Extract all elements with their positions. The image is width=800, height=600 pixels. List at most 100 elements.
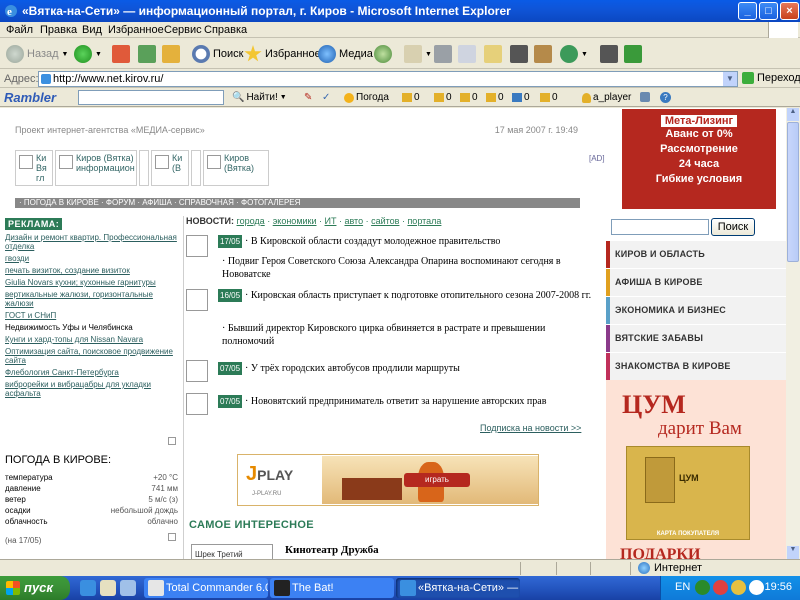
green-plugin-button[interactable] <box>624 43 642 65</box>
favorites-button[interactable]: Избранное <box>244 43 321 65</box>
address-dropdown-button[interactable]: ▼ <box>723 72 737 86</box>
volume-icon[interactable] <box>749 580 764 595</box>
tools-button[interactable] <box>534 43 552 65</box>
maximize-button[interactable]: □ <box>759 2 778 20</box>
counter-mail[interactable]: 0 <box>402 92 420 103</box>
ad-link[interactable]: Giulia Novars кухни; кухонные гарнитуры <box>5 278 178 287</box>
vertical-scrollbar[interactable]: ▲ ▼ <box>786 108 800 559</box>
go-button[interactable]: Переход <box>742 72 800 84</box>
news-filter-economy[interactable]: экономики <box>273 216 317 226</box>
history-button[interactable] <box>374 43 392 65</box>
logo-tab-4[interactable]: Киров (Вятка) <box>203 150 269 186</box>
ad-marker-link[interactable]: [AD] <box>589 154 605 163</box>
site-nav-line[interactable]: · ПОГОДА В КИРОВЕ · ФОРУМ · АФИША · СПРА… <box>15 198 580 208</box>
highlight-button[interactable]: ✓ <box>322 92 330 103</box>
jplay-banner[interactable]: JPLAY J-PLAY.RU играть <box>237 454 539 506</box>
scroll-thumb[interactable] <box>787 122 799 262</box>
news-title[interactable]: · У трёх городских автобусов продлили ма… <box>245 363 460 374</box>
tsum-banner[interactable]: ЦУМ дарит Вам ЦУМ КАРТА ПОКУПАТЕЛЯ ПОДАР… <box>606 380 786 559</box>
desktop-quick-icon[interactable] <box>120 580 136 596</box>
ads-checkbox[interactable] <box>168 437 176 445</box>
mail-button[interactable]: ▼ <box>404 43 432 65</box>
news-title[interactable]: · Кировская область приступает к подгото… <box>245 290 591 301</box>
close-button[interactable]: × <box>780 2 799 20</box>
edit-button[interactable] <box>458 43 476 65</box>
cinema-title[interactable]: Кинотеатр Дружба <box>285 544 379 556</box>
subscribe-link[interactable]: Подписка на новости >> <box>480 423 581 433</box>
news-filter-portal[interactable]: портала <box>407 216 441 226</box>
media-quick-icon[interactable] <box>100 580 116 596</box>
ad-link[interactable]: Оптимизация сайта, поисковое продвижение… <box>5 347 178 365</box>
task-browser-active[interactable]: «Вятка-на-Сети» — ... <box>396 578 520 598</box>
ad-link[interactable]: вертикальные жалюзи, горизонтальные жалю… <box>5 290 178 308</box>
rambler-find-button[interactable]: 🔍 Найти! ▼ <box>232 92 287 103</box>
logo-tab-3[interactable]: Ки (В <box>151 150 189 186</box>
logo-tab-1[interactable]: Ки Вя гл <box>15 150 53 186</box>
tray-icon[interactable] <box>695 580 710 595</box>
minimize-button[interactable]: _ <box>738 2 757 20</box>
print-button[interactable] <box>434 43 452 65</box>
ie-quick-icon[interactable] <box>80 580 96 596</box>
counter-2[interactable]: 0 <box>434 92 452 103</box>
menu-help[interactable]: Справка <box>204 24 247 36</box>
menu-entertainment[interactable]: ВЯТСКИЕ ЗАБАВЫ <box>606 325 786 352</box>
task-the-bat[interactable]: The Bat! <box>270 578 394 598</box>
counter-6[interactable]: 0 <box>540 92 558 103</box>
stop-button[interactable] <box>112 43 130 65</box>
counter-4[interactable]: 0 <box>486 92 504 103</box>
player-button[interactable]: a_player <box>582 92 631 103</box>
news-subtitle[interactable]: · Бывший директор Кировского цирка обвин… <box>222 322 594 348</box>
ad-link[interactable]: гвозди <box>5 254 178 263</box>
ad-link[interactable]: Дизайн и ремонт квартир. Профессиональна… <box>5 233 178 251</box>
news-title[interactable]: · В Кировской области создадут молодежно… <box>245 236 500 247</box>
settings-button[interactable] <box>640 92 650 102</box>
ad-link[interactable]: Кунги и хард-топы для Nissan Navara <box>5 335 178 344</box>
start-button[interactable]: пуск <box>0 576 70 600</box>
scroll-down-button[interactable]: ▼ <box>787 546 799 559</box>
messenger-button[interactable]: ▼ <box>560 43 588 65</box>
plugin-button[interactable] <box>600 43 618 65</box>
rambler-search-input[interactable] <box>78 90 224 105</box>
tray-icon[interactable] <box>713 580 728 595</box>
clock[interactable]: 19:56 <box>764 581 792 593</box>
refresh-button[interactable] <box>138 43 156 65</box>
news-filter-auto[interactable]: авто <box>344 216 363 226</box>
ad-link[interactable]: виброрейки и вибрацабры для укладки асфа… <box>5 380 178 398</box>
ad-text[interactable]: Недвижимость Уфы и Челябинска <box>5 323 178 332</box>
language-indicator[interactable]: EN <box>675 581 690 593</box>
back-button[interactable]: Назад ▼ <box>6 43 68 65</box>
scroll-up-button[interactable]: ▲ <box>787 108 799 121</box>
play-button[interactable]: играть <box>404 473 470 487</box>
site-search-button[interactable]: Поиск <box>711 218 755 236</box>
menu-view[interactable]: Вид <box>82 24 102 36</box>
news-filter-sites[interactable]: сайтов <box>371 216 399 226</box>
news-subtitle[interactable]: · Подвиг Героя Советского Союза Александ… <box>222 255 594 281</box>
media-button[interactable]: Медиа <box>318 43 373 65</box>
logo-tab-2[interactable]: Киров (Вятка) информацион <box>55 150 137 186</box>
search-button[interactable]: Поиск <box>192 43 243 65</box>
menu-afisha[interactable]: АФИША В КИРОВЕ <box>606 269 786 296</box>
news-filter-city[interactable]: города <box>237 216 265 226</box>
menu-edit[interactable]: Правка <box>40 24 77 36</box>
ad-link[interactable]: ГОСТ и СНиП <box>5 311 178 320</box>
home-button[interactable] <box>162 43 180 65</box>
rambler-logo[interactable]: Rambler <box>4 90 56 105</box>
tray-icon[interactable] <box>731 580 746 595</box>
ad-link[interactable]: печать визиток, создание визиток <box>5 266 178 275</box>
pencil-button[interactable]: ✎ <box>304 92 312 103</box>
menu-tools[interactable]: Сервис <box>164 24 202 36</box>
meta-leasing-banner[interactable]: Мета-Лизинг Аванс от 0% Рассмотрение 24 … <box>622 109 776 209</box>
address-input[interactable]: http://www.net.kirov.ru/ ▼ <box>38 71 738 87</box>
counter-3[interactable]: 0 <box>460 92 478 103</box>
ad-link[interactable]: Флебология Санкт-Петербурга <box>5 368 178 377</box>
weather-checkbox[interactable] <box>168 533 176 541</box>
menu-dating[interactable]: ЗНАКОМСТВА В КИРОВЕ <box>606 353 786 380</box>
menu-favorites[interactable]: Избранное <box>108 24 164 36</box>
k-button[interactable] <box>510 43 528 65</box>
weather-button[interactable]: Погода <box>344 92 389 103</box>
discuss-button[interactable] <box>484 43 502 65</box>
news-title[interactable]: · Нововятский предприниматель ответит за… <box>245 396 546 407</box>
help-button[interactable]: ? <box>660 92 671 103</box>
task-total-commander[interactable]: Total Commander 6.0... <box>144 578 268 598</box>
movie-thumb[interactable]: Шрек Третий <box>191 544 273 559</box>
